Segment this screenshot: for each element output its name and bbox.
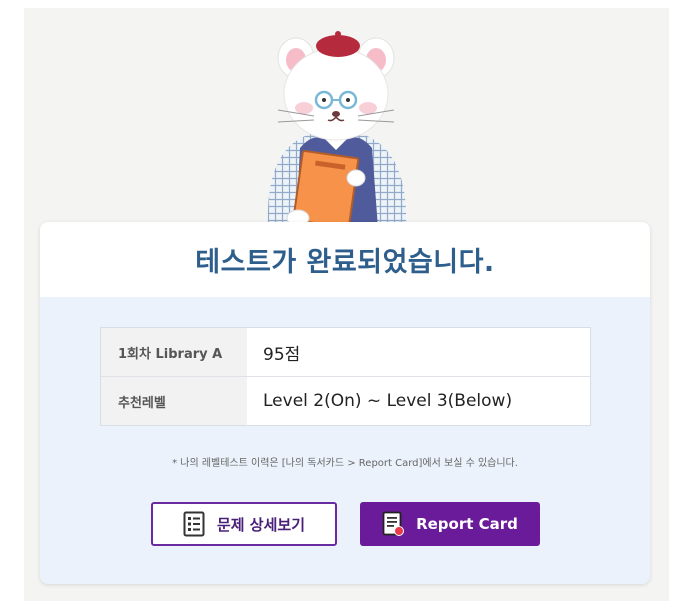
row-label-recommended-level: 추천레벨: [101, 377, 247, 425]
table-row: 1회차 Library A 95점: [101, 328, 590, 376]
question-detail-label: 문제 상세보기: [216, 515, 306, 534]
row-value-level: Level 2(On) ~ Level 3(Below): [247, 377, 590, 425]
result-table: 1회차 Library A 95점 추천레벨 Level 2(On) ~ Lev…: [100, 327, 591, 426]
question-detail-button[interactable]: 문제 상세보기: [151, 502, 337, 546]
row-label-test: 1회차 Library A: [101, 328, 247, 376]
report-card-icon: [382, 511, 405, 536]
result-title: 테스트가 완료되었습니다.: [195, 247, 495, 278]
report-card-button[interactable]: Report Card: [360, 502, 540, 546]
result-card-header: 테스트가 완료되었습니다.: [40, 222, 650, 297]
report-card-notice: * 나의 레벨테스트 이력은 [나의 독서카드 > Report Card]에서…: [172, 458, 518, 469]
document-list-icon: [183, 511, 205, 537]
report-card-label: Report Card: [416, 515, 518, 533]
result-card: 테스트가 완료되었습니다. 1회차 Library A 95점 추천레벨 Lev…: [40, 222, 650, 584]
row-value-score: 95점: [247, 328, 590, 376]
table-row: 추천레벨 Level 2(On) ~ Level 3(Below): [101, 376, 590, 425]
cat-teacher-mascot: [267, 31, 407, 228]
